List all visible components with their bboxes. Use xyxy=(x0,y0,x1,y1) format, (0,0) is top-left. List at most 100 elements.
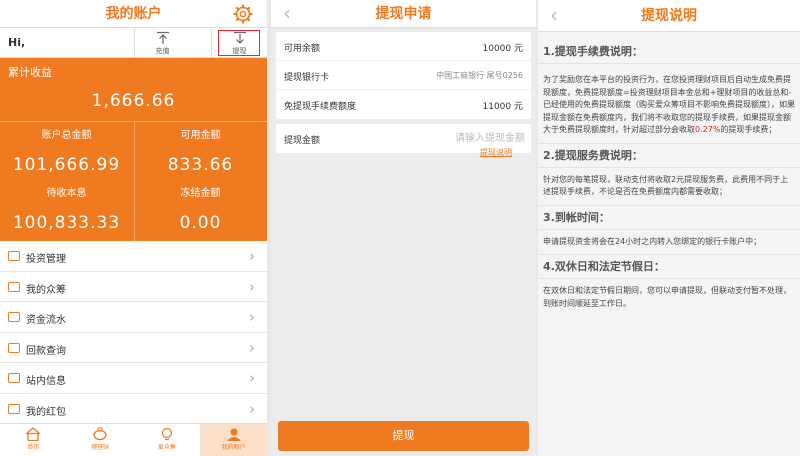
section-text: 针对您的每笔提现，联动支付将收取2元提现服务费，此费用不同于上述提现手续费，不论… xyxy=(543,174,789,197)
stat-label: 冻结金额 xyxy=(180,188,221,199)
cumulative-value: 1,666.66 xyxy=(91,91,176,111)
back-icon[interactable]: ‹ xyxy=(550,5,558,25)
menu-label: 资金流水 xyxy=(26,315,66,326)
available-balance-row: 可用余额 10000 元 xyxy=(276,32,531,61)
chevron-right-icon: › xyxy=(249,277,255,296)
withdraw-explain-link[interactable]: 提现说明 xyxy=(480,147,512,158)
bank-card-row[interactable]: 提现银行卡 中国工商银行 尾号0256 xyxy=(276,61,531,90)
people-icon xyxy=(8,281,20,292)
piggy-bank-icon xyxy=(93,427,107,441)
stat-pending: 待收本息 100,833.33 xyxy=(0,184,133,233)
tab-label: 首页 xyxy=(27,444,40,451)
wallet-icon xyxy=(8,312,20,322)
page-title: 提现申请 xyxy=(375,6,432,22)
menu-item-investment[interactable]: 投资管理 › xyxy=(0,241,267,272)
tab-label: 我的账户 xyxy=(221,444,246,451)
stat-value: 101,666.99 xyxy=(12,155,121,175)
tab-label: 爱众筹 xyxy=(157,444,176,451)
briefcase-icon xyxy=(8,251,20,261)
tab-bar: 首页 理理财 爱众筹 我的账户 xyxy=(0,423,267,456)
tab-finance[interactable]: 理理财 xyxy=(67,424,134,456)
section-text: 在双休日和法定节假日期间，您可以申请提现，但联动支付暂不处理，到账时间顺延至工作… xyxy=(543,286,791,308)
charge-button[interactable]: 充值 xyxy=(134,28,190,58)
page-title: 我的账户 xyxy=(105,6,162,22)
section-heading: 2.提现服务费说明： xyxy=(538,144,800,168)
stat-value: 833.66 xyxy=(167,155,234,175)
charge-icon xyxy=(156,31,169,44)
section-heading: 4.双休日和法定节假日： xyxy=(538,255,800,279)
back-icon[interactable]: ‹ xyxy=(283,3,291,23)
free-quota-value: 11000 元 xyxy=(482,102,524,112)
menu-item-repayment[interactable]: 回款查询 › xyxy=(0,333,267,363)
tab-home[interactable]: 首页 xyxy=(0,424,67,456)
gear-icon[interactable] xyxy=(233,4,253,24)
amount-input[interactable] xyxy=(405,129,525,147)
section-body: 在双休日和法定节假日期间，您可以申请提现，但联动支付暂不处理，到账时间顺延至工作… xyxy=(538,279,800,316)
withdraw-explain-screen: ‹ 提现说明 1.提现手续费说明： 为了奖励您在本平台的投资行为，在您投资理财项… xyxy=(538,0,800,456)
withdraw-highlight xyxy=(218,30,260,56)
chevron-right-icon: › xyxy=(249,247,255,265)
stat-label: 待收本息 xyxy=(46,188,87,199)
cumulative-label: 累计收益 xyxy=(8,66,52,79)
mail-icon xyxy=(8,373,20,383)
account-navbar: 我的账户 xyxy=(0,0,267,28)
stat-frozen: 冻结金额 0.00 xyxy=(134,184,267,233)
menu-label: 我的众筹 xyxy=(26,284,66,296)
fee-rate: 0.27% xyxy=(695,125,721,134)
menu-item-crowdfunding[interactable]: 我的众筹 › xyxy=(0,272,267,302)
account-screen: 我的账户 Hi, 充值 提现 累计收益 1,666.66 账户总金额 101,6… xyxy=(0,0,267,456)
earnings-card: 累计收益 1,666.66 账户总金额 101,666.99 可用金额 833.… xyxy=(0,58,267,241)
stat-label: 账户总金额 xyxy=(41,130,92,141)
red-packet-icon xyxy=(8,403,20,414)
stat-total: 账户总金额 101,666.99 xyxy=(0,126,133,175)
amount-label: 提现金额 xyxy=(284,136,321,146)
refresh-icon xyxy=(8,342,20,353)
account-menu: 投资管理 › 我的众筹 › 资金流水 › 回款查询 › 站内信息 › 我的红包 … xyxy=(0,241,267,424)
user-bar: Hi, 充值 提现 xyxy=(0,28,267,58)
home-icon xyxy=(25,427,41,441)
menu-item-cashflow[interactable]: 资金流水 › xyxy=(0,302,267,333)
stat-value: 100,833.33 xyxy=(12,213,121,233)
tab-label: 理理财 xyxy=(91,444,110,451)
explain-content: 1.提现手续费说明： 为了奖励您在本平台的投资行为，在您投资理财项目后自动生成免… xyxy=(538,32,800,316)
section-body: 为了奖励您在本平台的投资行为，在您投资理财项目后自动生成免费提现额度，免费提现额… xyxy=(538,64,800,144)
chevron-right-icon: › xyxy=(249,308,255,326)
menu-label: 投资管理 xyxy=(26,254,66,265)
section-body: 申请提现资金将会在24小时之内转入您绑定的银行卡账户中； xyxy=(538,230,800,255)
greeting: Hi, xyxy=(8,36,26,49)
tab-crowdfunding[interactable]: 爱众筹 xyxy=(134,424,201,456)
page-title: 提现说明 xyxy=(641,8,697,24)
chevron-right-icon: › xyxy=(249,338,255,357)
section-text: 申请提现资金将会在24小时之内转入您绑定的银行卡账户中； xyxy=(543,236,762,246)
withdraw-submit-button[interactable]: 提现 xyxy=(278,421,529,451)
stat-value: 0.00 xyxy=(179,213,222,233)
withdraw-info-group: 可用余额 10000 元 提现银行卡 中国工商银行 尾号0256 免提现手续费额… xyxy=(276,32,531,119)
available-label: 可用余额 xyxy=(284,44,321,54)
section-heading: 3.到帐时间： xyxy=(538,206,800,230)
chevron-right-icon: › xyxy=(249,369,255,387)
menu-item-redpacket[interactable]: 我的红包 › xyxy=(0,394,267,424)
menu-item-messages[interactable]: 站内信息 › xyxy=(0,363,267,394)
menu-label: 站内信息 xyxy=(26,376,66,387)
tab-my-account[interactable]: 我的账户 xyxy=(200,424,267,456)
bulb-icon xyxy=(161,427,173,441)
section-text: 的提现手续费； xyxy=(720,125,777,134)
menu-label: 回款查询 xyxy=(26,345,66,357)
free-quota-row: 免提现手续费额度 11000 元 xyxy=(276,90,531,119)
bank-label: 提现银行卡 xyxy=(284,73,330,83)
free-quota-label: 免提现手续费额度 xyxy=(284,102,357,112)
stat-label: 可用金额 xyxy=(180,130,221,141)
available-value: 10000 元 xyxy=(482,44,524,54)
bank-value: 中国工商银行 尾号0256 xyxy=(436,71,523,80)
chevron-right-icon: › xyxy=(249,399,255,418)
withdraw-screen: ‹ 提现申请 可用余额 10000 元 提现银行卡 中国工商银行 尾号0256 … xyxy=(271,0,536,456)
explain-navbar: ‹ 提现说明 xyxy=(538,0,800,32)
menu-label: 我的红包 xyxy=(26,406,66,418)
stat-available: 可用金额 833.66 xyxy=(134,126,267,175)
section-heading: 1.提现手续费说明： xyxy=(538,40,800,64)
section-body: 针对您的每笔提现，联动支付将收取2元提现服务费，此费用不同于上述提现手续费，不论… xyxy=(538,168,800,206)
charge-label: 充值 xyxy=(155,47,170,55)
withdraw-navbar: ‹ 提现申请 xyxy=(271,0,536,28)
withdraw-button[interactable]: 提现 xyxy=(211,28,267,58)
user-icon xyxy=(226,428,241,441)
